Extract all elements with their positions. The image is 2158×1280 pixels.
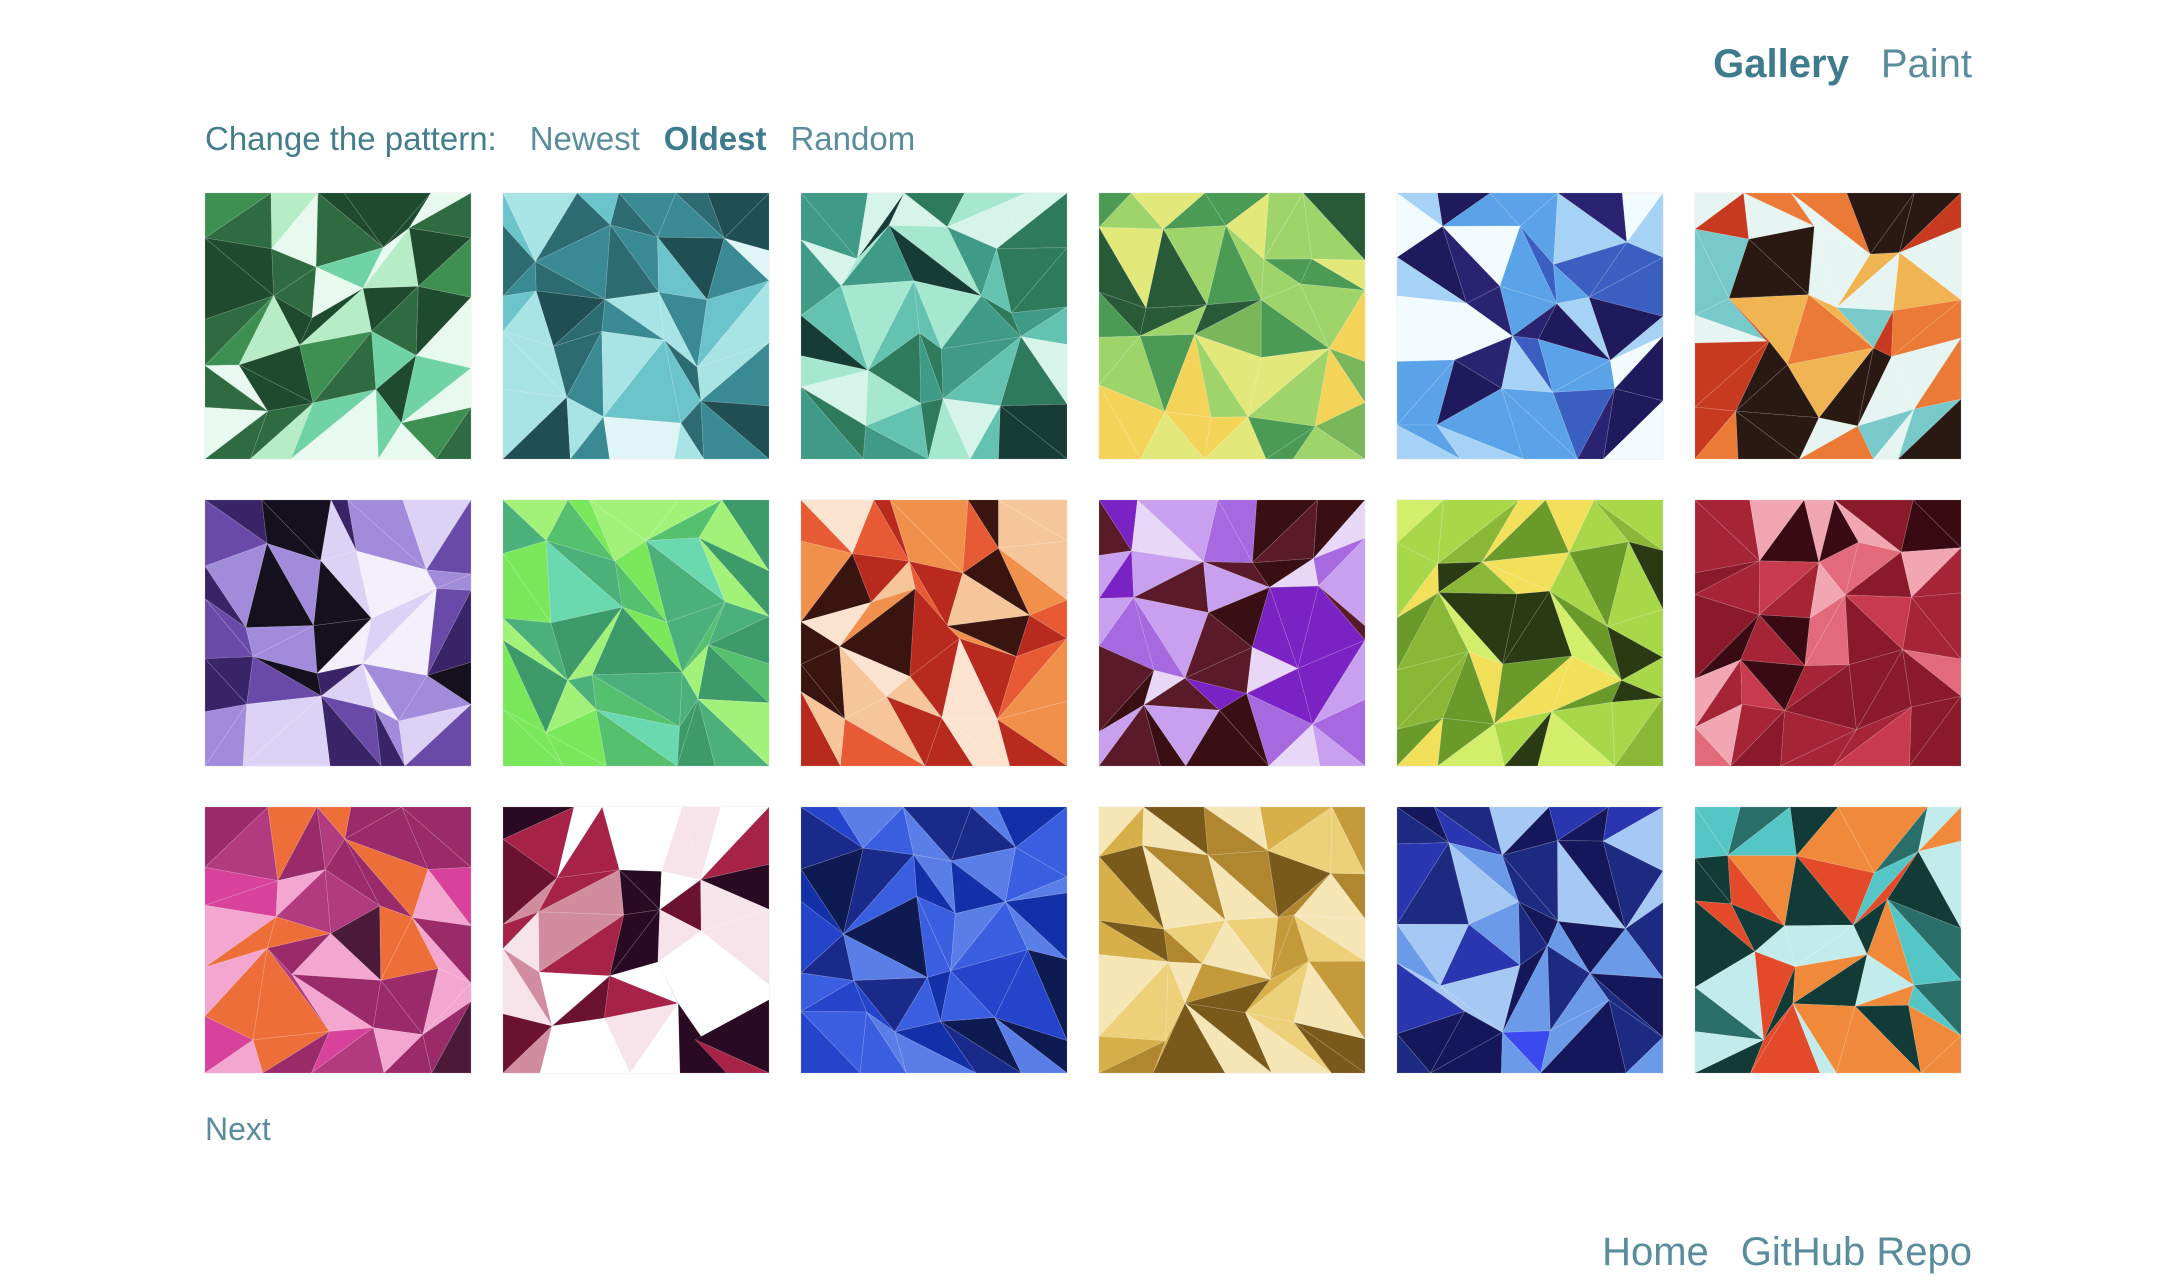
pattern-tile-art xyxy=(1695,193,1961,459)
pattern-tile-art xyxy=(205,807,471,1073)
pattern-selector: Change the pattern: Newest Oldest Random xyxy=(205,117,939,161)
pattern-tile[interactable] xyxy=(801,193,1067,459)
footer-home-link[interactable]: Home xyxy=(1602,1226,1709,1278)
gallery-grid xyxy=(205,193,1961,1073)
pattern-tile-art xyxy=(1099,500,1365,766)
pattern-tile[interactable] xyxy=(1397,193,1663,459)
pattern-option-oldest[interactable]: Oldest xyxy=(664,117,767,161)
pattern-tile[interactable] xyxy=(1099,193,1365,459)
pattern-label: Change the pattern: xyxy=(205,120,497,157)
pattern-tile[interactable] xyxy=(1695,500,1961,766)
pattern-tile[interactable] xyxy=(503,807,769,1073)
pattern-tile-art xyxy=(1695,500,1961,766)
footer: Home GitHub Repo xyxy=(1602,1226,1972,1278)
next-page-link[interactable]: Next xyxy=(205,1108,271,1150)
pattern-tile-art xyxy=(1397,500,1663,766)
pattern-option-newest[interactable]: Newest xyxy=(530,117,640,161)
pattern-tile[interactable] xyxy=(1695,807,1961,1073)
pattern-tile-art xyxy=(205,193,471,459)
nav-gallery-link[interactable]: Gallery xyxy=(1713,38,1849,90)
pattern-tile-art xyxy=(205,500,471,766)
pattern-tile-art xyxy=(801,807,1067,1073)
pattern-tile-art xyxy=(1397,193,1663,459)
pattern-tile[interactable] xyxy=(503,193,769,459)
pattern-tile-art xyxy=(1099,193,1365,459)
pattern-tile[interactable] xyxy=(205,500,471,766)
pattern-tile[interactable] xyxy=(801,807,1067,1073)
pattern-tile-art xyxy=(503,807,769,1073)
pattern-tile[interactable] xyxy=(1397,500,1663,766)
nav-paint-link[interactable]: Paint xyxy=(1881,38,1972,90)
top-nav: Gallery Paint xyxy=(1713,38,1972,90)
pattern-tile-art xyxy=(1695,807,1961,1073)
pattern-tile-art xyxy=(801,193,1067,459)
footer-github-repo-link[interactable]: GitHub Repo xyxy=(1741,1226,1972,1278)
pattern-tile-art xyxy=(503,500,769,766)
pattern-tile[interactable] xyxy=(1397,807,1663,1073)
pattern-tile[interactable] xyxy=(1099,807,1365,1073)
pattern-tile[interactable] xyxy=(1099,500,1365,766)
pattern-tile[interactable] xyxy=(1695,193,1961,459)
pattern-option-random[interactable]: Random xyxy=(790,117,915,161)
pattern-tile-art xyxy=(1397,807,1663,1073)
pattern-tile[interactable] xyxy=(801,500,1067,766)
pattern-tile[interactable] xyxy=(205,193,471,459)
pattern-tile[interactable] xyxy=(205,807,471,1073)
pattern-tile[interactable] xyxy=(503,500,769,766)
pattern-tile-art xyxy=(1099,807,1365,1073)
pattern-tile-art xyxy=(503,193,769,459)
pattern-tile-art xyxy=(801,500,1067,766)
